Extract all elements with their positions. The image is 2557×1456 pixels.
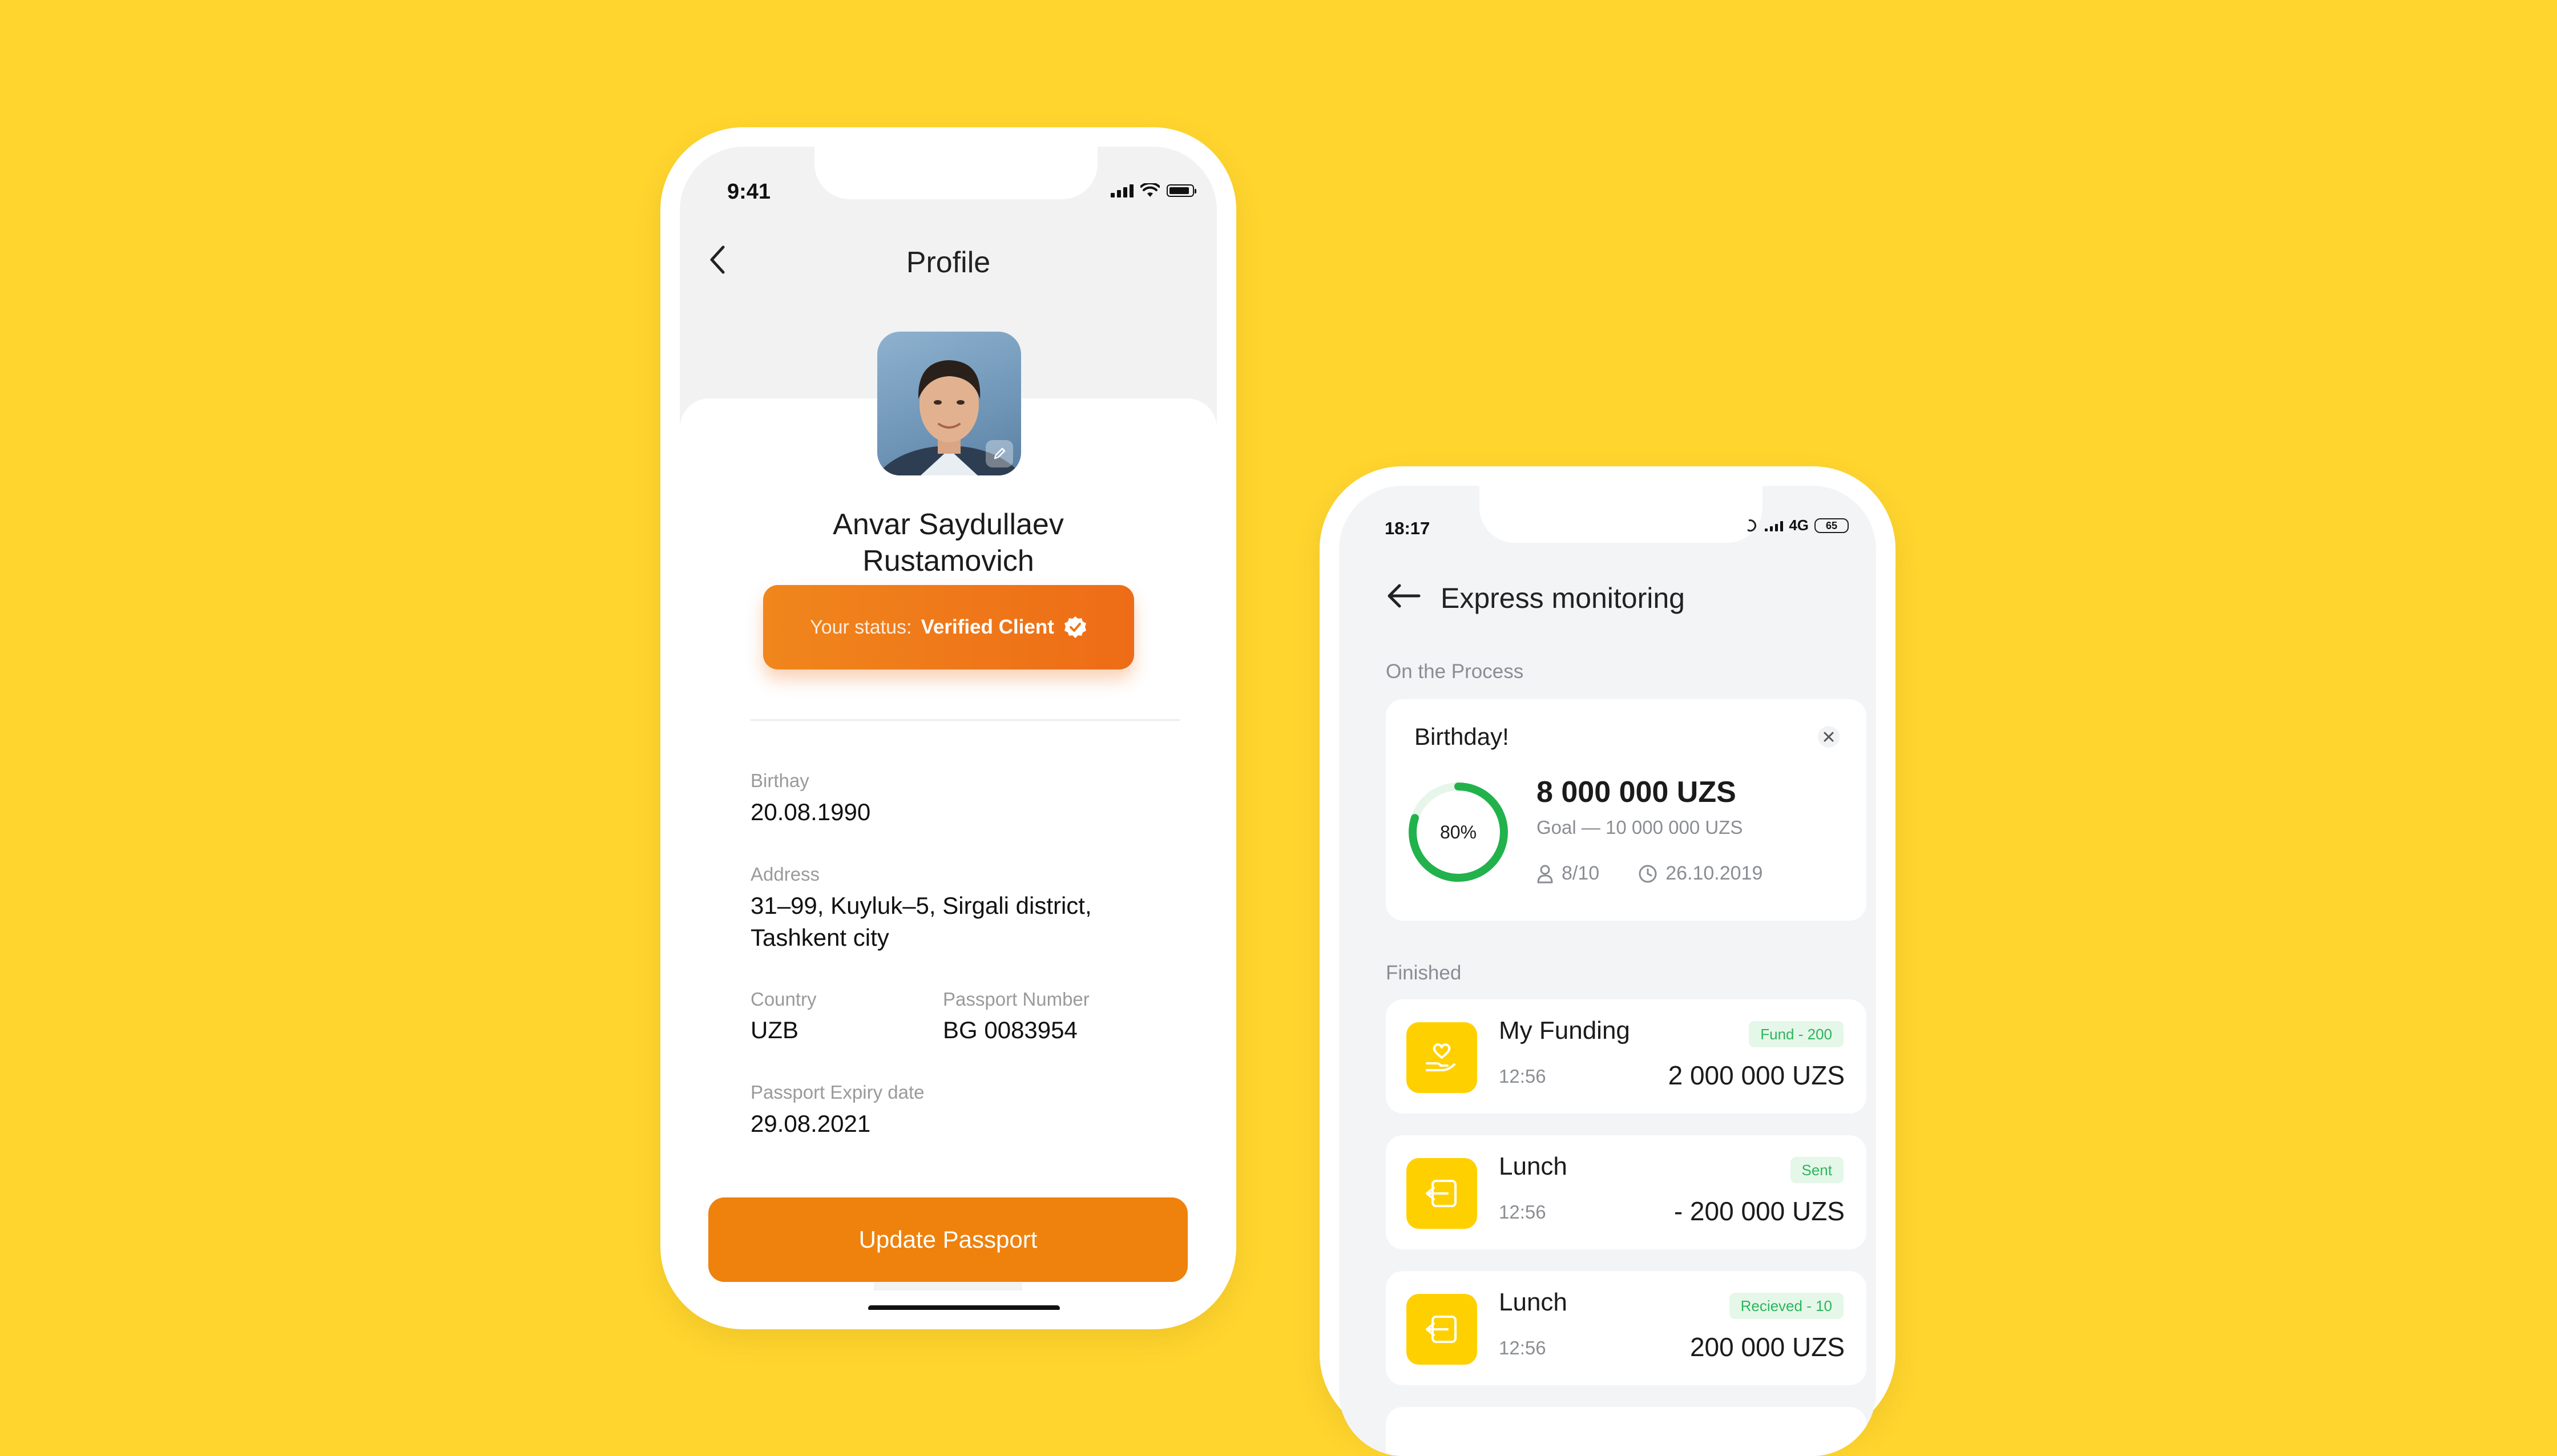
transaction-badge: Sent [1790, 1157, 1844, 1183]
transaction-card[interactable]: My Funding 12:56 Fund - 200 2 000 000 UZ… [1386, 999, 1866, 1114]
transfer-icon [1406, 1158, 1477, 1229]
transaction-badge: Fund - 200 [1749, 1021, 1844, 1047]
monitoring-screen: 18:17 4G 65 Express monitoring On the Pr… [1339, 486, 1876, 1456]
address-value: 31–99, Kuyluk–5, Sirgali district, Tashk… [751, 890, 1092, 954]
transaction-badge: Recieved - 10 [1729, 1293, 1844, 1319]
transaction-title: Lunch [1499, 1152, 1567, 1180]
phone-notch [1479, 486, 1763, 543]
signal-icon [1765, 520, 1784, 531]
transaction-time: 12:56 [1499, 1201, 1546, 1223]
status-bar-time: 9:41 [727, 180, 771, 204]
hand-heart-icon [1406, 1022, 1477, 1093]
status-bar-icons: 4G 65 [1745, 517, 1849, 534]
country-value: UZB [751, 1017, 798, 1043]
user-name-line2: Rustamovich [862, 545, 1034, 578]
transaction-time: 12:56 [1499, 1066, 1546, 1087]
goal-progress-ring: 80% [1406, 780, 1510, 884]
wifi-icon [1140, 183, 1160, 197]
divider [751, 719, 1180, 721]
transaction-amount: - 200 000 UZS [1673, 1196, 1845, 1226]
verified-badge-icon [1064, 616, 1086, 638]
country-label: Country [751, 989, 817, 1010]
passport-expiry-label: Passport Expiry date [751, 1082, 925, 1103]
participants-group: 8/10 [1536, 862, 1599, 885]
participants-count: 8/10 [1562, 862, 1600, 884]
transfer-icon [1406, 1294, 1477, 1365]
clock-icon [1639, 865, 1657, 882]
status-bar-icons [1111, 183, 1196, 198]
transaction-amount: 200 000 UZS [1689, 1332, 1845, 1362]
status-label: Your status: [810, 616, 912, 638]
arrow-left-icon[interactable] [1386, 583, 1421, 609]
home-indicator [868, 1305, 1060, 1310]
goal-amount: 8 000 000 UZS [1536, 776, 1736, 809]
page-title: Profile [906, 246, 991, 279]
transaction-title: My Funding [1499, 1017, 1630, 1044]
status-bar-time: 18:17 [1385, 518, 1430, 538]
edit-avatar-button[interactable] [986, 440, 1013, 467]
battery-icon: 65 [1814, 518, 1849, 533]
passport-number-label: Passport Number [943, 989, 1090, 1010]
phone-notch [814, 147, 1098, 199]
person-icon [1537, 865, 1553, 883]
goal-card[interactable]: Birthday! 80% 8 000 000 UZS Goal — 10 00… [1386, 699, 1866, 921]
user-name: Anvar Saydullaev Rustamovich [680, 506, 1217, 579]
address-line1: 31–99, Kuyluk–5, Sirgali district, [751, 892, 1092, 919]
goal-date: 26.10.2019 [1665, 862, 1763, 884]
transaction-time: 12:56 [1499, 1337, 1546, 1358]
birthday-label: Birthay [751, 770, 809, 791]
birthday-value: 20.08.1990 [751, 798, 871, 825]
passport-expiry-value: 29.08.2021 [751, 1110, 871, 1137]
profile-phone-frame: 9:41 Profile Anvar Saydullaev Rustamovic… [660, 127, 1236, 1329]
update-passport-button[interactable]: Update Passport [708, 1197, 1188, 1282]
pencil-icon [994, 447, 1006, 459]
user-name-line1: Anvar Saydullaev [833, 508, 1064, 541]
signal-icon [1111, 184, 1134, 197]
monitoring-phone-frame: 18:17 4G 65 Express monitoring On the Pr… [1320, 466, 1895, 1456]
transaction-card[interactable]: Lunch 12:56 Recieved - 10 200 000 UZS [1386, 1271, 1866, 1385]
goal-target: Goal — 10 000 000 UZS [1536, 817, 1743, 838]
button-shadow [874, 1282, 1022, 1290]
goal-meta: 8/10 26.10.2019 [1536, 862, 1763, 885]
avatar[interactable] [877, 332, 1021, 475]
profile-screen: 9:41 Profile Anvar Saydullaev Rustamovic… [680, 147, 1217, 1310]
transaction-title: Lunch [1499, 1288, 1567, 1316]
status-value: Verified Client [921, 616, 1054, 638]
section-label-finished: Finished [1386, 962, 1462, 984]
status-badge[interactable]: Your status: Verified Client [763, 585, 1134, 669]
battery-level: 65 [1825, 519, 1838, 531]
alarm-icon [1747, 519, 1757, 531]
network-type: 4G [1789, 517, 1809, 534]
passport-number-value: BG 0083954 [943, 1017, 1078, 1043]
date-group: 26.10.2019 [1638, 862, 1763, 885]
goal-progress-label: 80% [1440, 822, 1477, 842]
address-label: Address [751, 864, 820, 885]
address-line2: Tashkent city [751, 924, 889, 951]
transaction-card-partial[interactable] [1386, 1407, 1866, 1456]
battery-icon [1167, 184, 1196, 197]
goal-title: Birthday! [1414, 723, 1509, 750]
close-icon[interactable] [1817, 725, 1840, 748]
transaction-card[interactable]: Lunch 12:56 Sent - 200 000 UZS [1386, 1135, 1866, 1249]
page-title: Express monitoring [1441, 582, 1685, 614]
transaction-amount: 2 000 000 UZS [1668, 1060, 1845, 1090]
section-label-in-process: On the Process [1386, 660, 1524, 683]
